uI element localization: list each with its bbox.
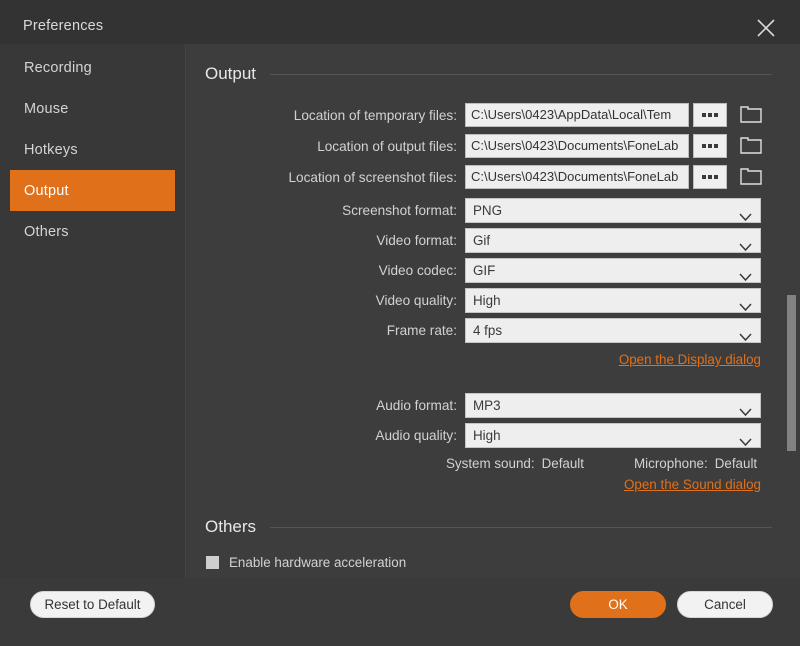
- sidebar-item-output[interactable]: Output: [10, 170, 175, 211]
- row-hardware-acceleration[interactable]: Enable hardware acceleration: [187, 555, 800, 570]
- screenshot-format-select[interactable]: PNG: [465, 198, 761, 223]
- display-dialog-link-row: Open the Display dialog: [187, 352, 761, 367]
- field-label: Video codec:: [187, 263, 465, 278]
- row-video-codec: Video codec: GIF: [187, 255, 800, 285]
- chevron-down-icon: [739, 401, 752, 418]
- row-output-files: Location of output files: C:\Users\0423\…: [187, 133, 800, 159]
- section-divider: [270, 74, 772, 75]
- audio-settings-group: Audio format: MP3 Audio quality: High: [187, 390, 800, 492]
- selected-value: PNG: [473, 203, 502, 218]
- footer-bar: Reset to Default OK Cancel: [0, 578, 800, 646]
- chevron-down-icon: [739, 326, 752, 343]
- video-quality-select[interactable]: High: [465, 288, 761, 313]
- chevron-down-icon: [739, 236, 752, 253]
- selected-value: 4 fps: [473, 323, 502, 338]
- system-sound-label: System sound:: [446, 456, 535, 471]
- sound-dialog-link-row: Open the Sound dialog: [187, 477, 761, 492]
- sidebar-item-label: Output: [10, 183, 69, 199]
- microphone-value: Default: [708, 456, 757, 471]
- sidebar: Recording Mouse Hotkeys Output Others: [0, 44, 186, 578]
- screenshot-files-input[interactable]: C:\Users\0423\Documents\FoneLab: [465, 165, 689, 189]
- sidebar-item-recording[interactable]: Recording: [10, 47, 175, 88]
- path-fields-group: Location of temporary files: C:\Users\04…: [187, 102, 800, 190]
- field-label: Location of temporary files:: [187, 108, 465, 123]
- open-display-dialog-link[interactable]: Open the Display dialog: [619, 352, 761, 367]
- close-icon[interactable]: [752, 14, 780, 42]
- row-frame-rate: Frame rate: 4 fps: [187, 315, 800, 345]
- hardware-acceleration-checkbox[interactable]: [206, 556, 219, 569]
- ellipsis-icon[interactable]: [693, 103, 727, 127]
- section-header-others: Others: [205, 517, 772, 537]
- video-codec-select[interactable]: GIF: [465, 258, 761, 283]
- ellipsis-icon[interactable]: [693, 134, 727, 158]
- window-title: Preferences: [23, 18, 103, 34]
- field-label: Audio format:: [187, 398, 465, 413]
- field-label: Video format:: [187, 233, 465, 248]
- sidebar-item-hotkeys[interactable]: Hotkeys: [10, 129, 175, 170]
- row-audio-format: Audio format: MP3: [187, 390, 800, 420]
- field-label: Audio quality:: [187, 428, 465, 443]
- selected-value: Gif: [473, 233, 490, 248]
- row-audio-quality: Audio quality: High: [187, 420, 800, 450]
- section-title: Output: [205, 64, 270, 84]
- section-title: Others: [205, 517, 270, 537]
- video-settings-group: Screenshot format: PNG Video format: Gif: [187, 195, 800, 367]
- row-video-format: Video format: Gif: [187, 225, 800, 255]
- output-files-input[interactable]: C:\Users\0423\Documents\FoneLab: [465, 134, 689, 158]
- ellipsis-icon[interactable]: [693, 165, 727, 189]
- cancel-button[interactable]: Cancel: [677, 591, 773, 618]
- folder-icon[interactable]: [740, 135, 762, 157]
- selected-value: MP3: [473, 398, 501, 413]
- system-sound-value: Default: [535, 456, 584, 471]
- main-content: Output Location of temporary files: C:\U…: [187, 44, 800, 578]
- section-divider: [270, 527, 772, 528]
- section-header-output: Output: [205, 64, 772, 84]
- sidebar-item-mouse[interactable]: Mouse: [10, 88, 175, 129]
- chevron-down-icon: [739, 206, 752, 223]
- open-sound-dialog-link[interactable]: Open the Sound dialog: [624, 477, 761, 492]
- field-label: Video quality:: [187, 293, 465, 308]
- hardware-acceleration-label: Enable hardware acceleration: [229, 555, 406, 570]
- ok-button[interactable]: OK: [570, 591, 666, 618]
- field-label: Screenshot format:: [187, 203, 465, 218]
- audio-format-select[interactable]: MP3: [465, 393, 761, 418]
- chevron-down-icon: [739, 296, 752, 313]
- video-format-select[interactable]: Gif: [465, 228, 761, 253]
- sidebar-item-label: Hotkeys: [10, 142, 78, 158]
- selected-value: GIF: [473, 263, 495, 278]
- sidebar-item-label: Recording: [10, 60, 92, 76]
- row-screenshot-format: Screenshot format: PNG: [187, 195, 800, 225]
- row-temporary-files: Location of temporary files: C:\Users\04…: [187, 102, 800, 128]
- sound-devices-row: System sound: Default Microphone: Defaul…: [187, 456, 800, 471]
- row-screenshot-files: Location of screenshot files: C:\Users\0…: [187, 164, 800, 190]
- field-label: Location of screenshot files:: [187, 170, 465, 185]
- chevron-down-icon: [739, 266, 752, 283]
- reset-to-default-button[interactable]: Reset to Default: [30, 591, 155, 618]
- sidebar-item-label: Mouse: [10, 101, 69, 117]
- chevron-down-icon: [739, 431, 752, 448]
- folder-icon[interactable]: [740, 104, 762, 126]
- sidebar-item-label: Others: [10, 224, 69, 240]
- temporary-files-input[interactable]: C:\Users\0423\AppData\Local\Tem: [465, 103, 689, 127]
- row-video-quality: Video quality: High: [187, 285, 800, 315]
- title-bar: Preferences: [0, 0, 800, 44]
- field-label: Frame rate:: [187, 323, 465, 338]
- sidebar-list: Recording Mouse Hotkeys Output Others: [0, 44, 185, 252]
- sidebar-item-others[interactable]: Others: [10, 211, 175, 252]
- selected-value: High: [473, 293, 501, 308]
- microphone-label: Microphone:: [584, 456, 708, 471]
- selected-value: High: [473, 428, 501, 443]
- scrollbar-thumb[interactable]: [787, 295, 796, 451]
- folder-icon[interactable]: [740, 166, 762, 188]
- scrollbar-track[interactable]: [787, 44, 796, 578]
- field-label: Location of output files:: [187, 139, 465, 154]
- preferences-window: Preferences Recording Mouse Hotkeys Outp…: [0, 0, 800, 646]
- audio-quality-select[interactable]: High: [465, 423, 761, 448]
- frame-rate-select[interactable]: 4 fps: [465, 318, 761, 343]
